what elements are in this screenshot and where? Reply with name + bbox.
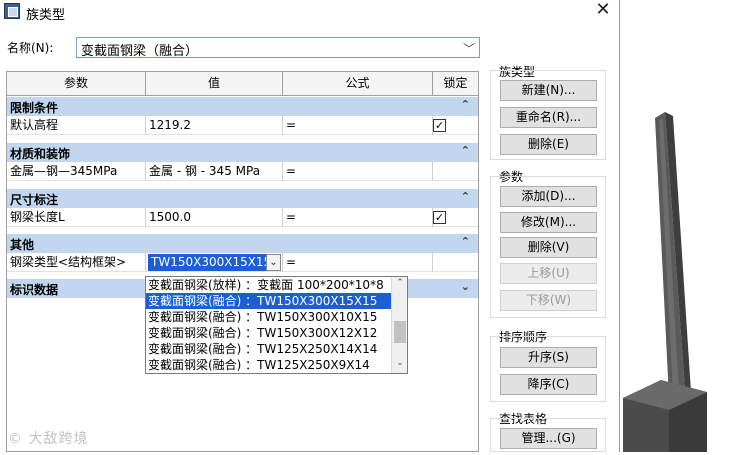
param-row[interactable]: 默认高程 1219.2 = ✓ (7, 116, 478, 135)
dropdown-option-selected[interactable]: 变截面钢梁(融合) ：TW150X300X15X15 (146, 293, 392, 309)
param-row[interactable]: 金属—钢—345MPa 金属 - 钢 - 345 MPa = (7, 162, 478, 181)
param-formula[interactable]: = (283, 116, 433, 135)
beam-type-combo[interactable]: TW150X300X15X15 (148, 254, 281, 271)
param-row[interactable]: 钢梁长度L 1500.0 = ✓ (7, 208, 478, 227)
beam-type-dropdown-list[interactable]: 变截面钢梁(放样) ：变截面 100*200*10*8 变截面钢梁(融合) ：T… (145, 276, 408, 374)
group-label: 标识数据 (10, 283, 59, 297)
collapse-icon: ⌃ (460, 98, 470, 111)
new-type-button[interactable]: 新建(N)... (500, 80, 597, 101)
lock-checkbox[interactable]: ✓ (433, 211, 446, 224)
type-name-select[interactable]: 变截面钢梁（融合） ﹀ (76, 37, 480, 59)
chevron-down-icon: ﹀ (462, 42, 475, 56)
sort-ascending-button[interactable]: 升序(S) (500, 347, 597, 368)
combo-dropdown-button[interactable]: ⌄ (266, 254, 281, 271)
move-down-button[interactable]: 下移(W) (500, 290, 597, 311)
group-dimensions[interactable]: 尺寸标注 ⌃ (7, 189, 478, 208)
type-name-value: 变截面钢梁（融合） (81, 44, 199, 59)
group-constraints[interactable]: 限制条件 ⌃ (7, 97, 478, 116)
group-materials[interactable]: 材质和装饰 ⌃ (7, 143, 478, 162)
sort-descending-button[interactable]: 降序(C) (500, 374, 597, 395)
collapse-icon: ⌃ (460, 144, 470, 157)
param-formula[interactable]: = (283, 253, 433, 272)
param-name: 默认高程 (7, 116, 146, 135)
family-types-dialog: 族类型 ✕ 名称(N): 变截面钢梁（融合） ﹀ 参数 值 公式 锁定 限制条件… (0, 0, 620, 452)
lock-checkbox[interactable]: ✓ (433, 119, 446, 132)
name-label: 名称(N): (7, 41, 54, 55)
header-formula[interactable]: 公式 (283, 72, 433, 96)
move-up-button[interactable]: 上移(U) (500, 263, 597, 284)
title-bar: 族类型 ✕ (0, 0, 620, 24)
grid-header: 参数 值 公式 锁定 (7, 72, 478, 96)
group-other[interactable]: 其他 ⌃ (7, 234, 478, 253)
param-formula[interactable]: = (283, 208, 433, 227)
param-name: 钢梁类型<结构框架> (7, 253, 146, 272)
dialog-title: 族类型 (26, 8, 66, 23)
close-icon: ✕ (595, 0, 611, 20)
param-name: 钢梁长度L (7, 208, 146, 227)
header-value[interactable]: 值 (146, 72, 283, 96)
param-value[interactable]: 1500.0 (146, 208, 283, 227)
rename-type-button[interactable]: 重命名(R)... (500, 107, 597, 128)
param-formula[interactable]: = (283, 162, 433, 181)
dropdown-option[interactable]: 变截面钢梁(融合) ：TW125X250X9X14 (146, 357, 392, 373)
manage-lookup-button[interactable]: 管理...(G) (500, 428, 597, 449)
3d-viewport[interactable] (621, 0, 755, 452)
app-icon (4, 3, 20, 19)
scroll-thumb[interactable] (394, 321, 406, 343)
expand-icon: ⌄ (460, 280, 470, 293)
check-icon: ✓ (434, 211, 445, 224)
watermark: © 大敌跨境 (8, 431, 89, 447)
dropdown-scrollbar[interactable]: ⌃ ⌄ (391, 277, 407, 373)
group-label: 限制条件 (10, 101, 59, 115)
param-row[interactable]: 钢梁类型<结构框架> TW150X300X15X15 ⌄ = (7, 253, 478, 272)
group-label: 材质和装饰 (10, 147, 71, 161)
modify-parameter-button[interactable]: 修改(M)... (500, 212, 597, 233)
delete-parameter-button[interactable]: 删除(V) (500, 237, 597, 258)
chevron-down-icon: ⌄ (269, 257, 278, 268)
param-name: 金属—钢—345MPa (7, 162, 146, 181)
parameters-grid: 参数 值 公式 锁定 限制条件 ⌃ 默认高程 1219.2 = ✓ 材质和装饰 … (6, 71, 479, 452)
param-value[interactable]: 1219.2 (146, 116, 283, 135)
delete-type-button[interactable]: 删除(E) (500, 134, 597, 155)
group-label: 尺寸标注 (10, 193, 59, 207)
scroll-up-icon[interactable]: ⌃ (392, 278, 407, 292)
scroll-down-icon[interactable]: ⌄ (392, 358, 407, 372)
check-icon: ✓ (434, 119, 445, 132)
collapse-icon: ⌃ (460, 235, 470, 248)
param-lock-cell (433, 253, 478, 272)
header-parameter[interactable]: 参数 (7, 72, 146, 96)
beam-model (623, 112, 707, 452)
collapse-icon: ⌃ (460, 190, 470, 203)
dropdown-option[interactable]: 变截面钢梁(融合) ：TW125X250X14X14 (146, 341, 392, 357)
dropdown-option[interactable]: 变截面钢梁(融合) ：TW150X300X12X12 (146, 325, 392, 341)
close-button[interactable]: ✕ (588, 0, 618, 22)
param-value[interactable]: 金属 - 钢 - 345 MPa (146, 162, 283, 181)
dropdown-option[interactable]: 变截面钢梁(放样) ：变截面 100*200*10*8 (146, 277, 392, 293)
header-lock[interactable]: 锁定 (433, 72, 478, 96)
add-parameter-button[interactable]: 添加(D)... (500, 186, 597, 207)
dropdown-option[interactable]: 变截面钢梁(融合) ：TW150X300X10X15 (146, 309, 392, 325)
param-lock-cell (433, 162, 478, 181)
group-label: 其他 (10, 238, 35, 252)
